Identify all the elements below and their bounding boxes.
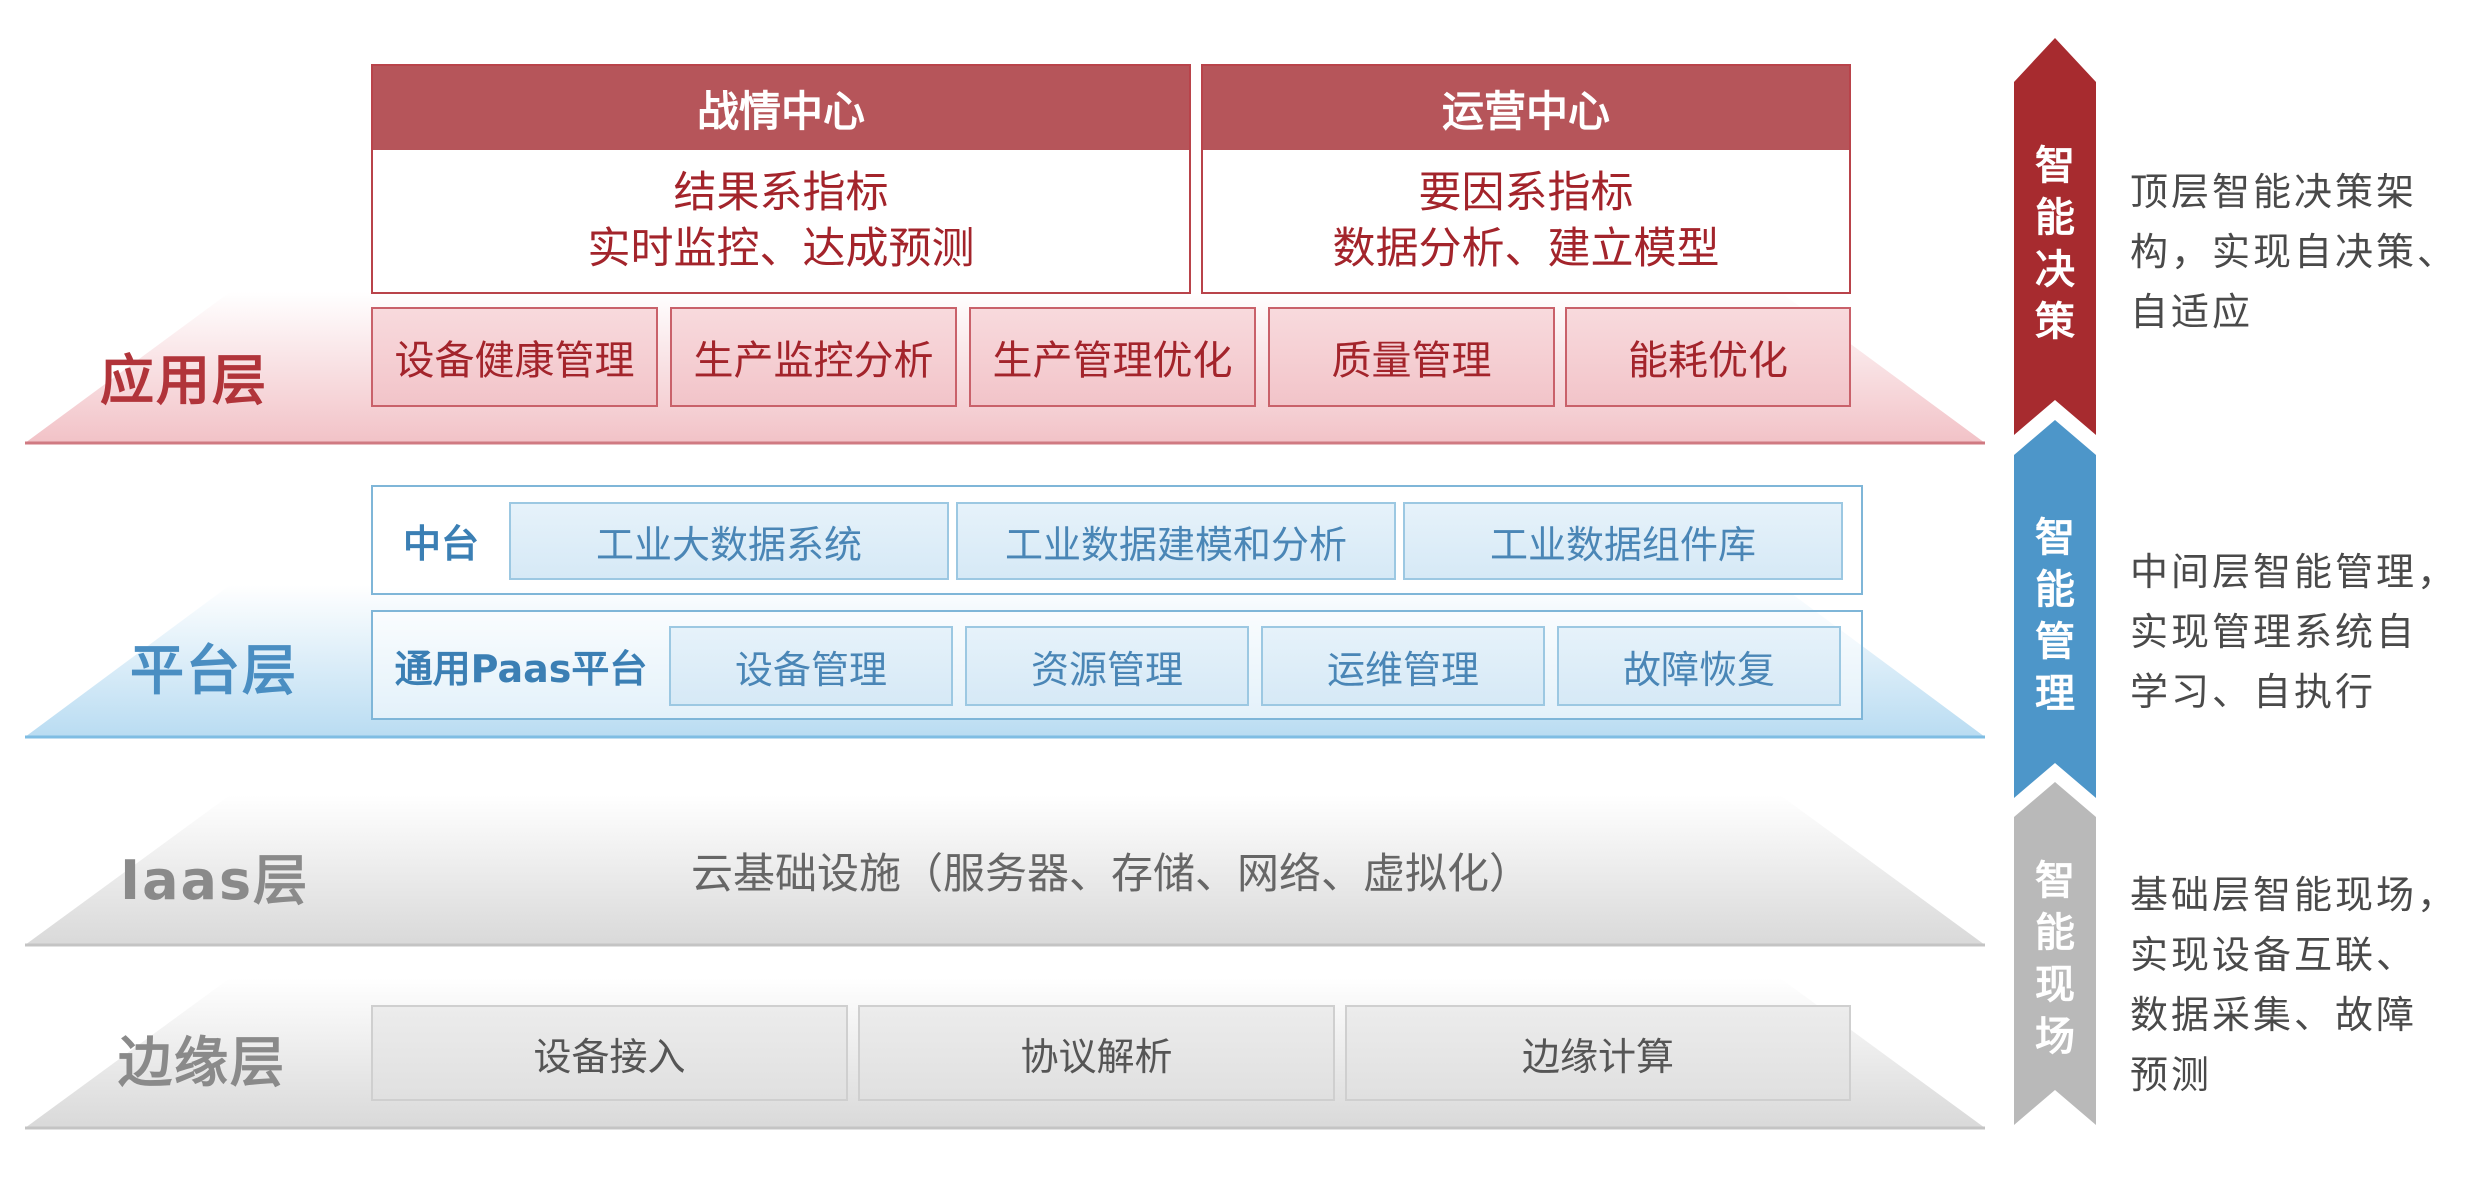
desc-decision: 顶层智能决策架 构，实现自决策、 自适应 [2130,170,2459,334]
paas-platform-tag: 通用Paas平台 [394,646,648,691]
iaas-layer-label: Iaas层 [120,848,310,912]
middle-item-bigdata: 工业大数据系统 [509,502,949,580]
operations-line2: 数据分析、建立模型 [1332,224,1720,274]
middle-platform-frame: 中台 工业大数据系统 工业数据建模和分析 工业数据组件库 [371,485,1863,595]
intelligence-label-field: 智 能 现 场 [2035,858,2075,1060]
edge-item-computing: 边缘计算 [1345,1005,1851,1101]
intelligence-label-management: 智 能 管 理 [2035,515,2075,717]
war-room-line1: 结果系指标 [673,168,889,218]
paas-item-ops: 运维管理 [1261,626,1545,706]
app-module-energy: 能耗优化 [1565,307,1851,407]
platform-layer-label: 平台层 [130,638,298,702]
paas-item-recovery: 故障恢复 [1557,626,1841,706]
desc-management: 中间层智能管理， 实现管理系统自 学习、自执行 [2130,550,2459,714]
app-layer-label: 应用层 [100,348,268,412]
app-module-device-health: 设备健康管理 [371,307,658,407]
war-room-center-box: 战情中心 结果系指标 实时监控、达成预测 [371,64,1191,294]
war-room-center-body: 结果系指标 实时监控、达成预测 [373,150,1189,292]
iaas-content: 云基础设施（服务器、存储、网络、虚拟化） [690,848,1531,898]
app-module-production-monitoring: 生产监控分析 [670,307,957,407]
operations-center-box: 运营中心 要因系指标 数据分析、建立模型 [1201,64,1851,294]
paas-platform-frame: 通用Paas平台 设备管理 资源管理 运维管理 故障恢复 [371,610,1863,720]
edge-layer-label: 边缘层 [118,1030,286,1094]
middle-item-modeling: 工业数据建模和分析 [956,502,1396,580]
operations-line1: 要因系指标 [1418,168,1634,218]
paas-item-resource: 资源管理 [965,626,1249,706]
middle-platform-tag: 中台 [402,521,479,566]
war-room-center-title: 战情中心 [373,66,1189,150]
paas-item-device: 设备管理 [669,626,953,706]
desc-field: 基础层智能现场， 实现设备互联、 数据采集、故障 预测 [2130,873,2459,1097]
operations-center-title: 运营中心 [1203,66,1849,150]
operations-center-body: 要因系指标 数据分析、建立模型 [1203,150,1849,292]
app-module-quality: 质量管理 [1268,307,1555,407]
edge-item-protocol: 协议解析 [858,1005,1335,1101]
edge-item-access: 设备接入 [371,1005,848,1101]
war-room-line2: 实时监控、达成预测 [587,224,975,274]
intelligence-label-decision: 智 能 决 策 [2035,143,2075,345]
app-module-production-optimization: 生产管理优化 [969,307,1256,407]
middle-item-components: 工业数据组件库 [1403,502,1843,580]
